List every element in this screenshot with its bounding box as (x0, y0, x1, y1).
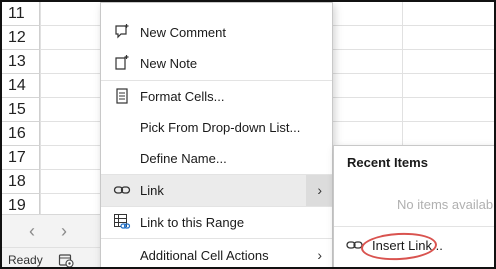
new-note-icon (115, 55, 129, 70)
grid-column-line (40, 2, 41, 214)
menu-separator (101, 238, 332, 239)
new-comment-icon (115, 24, 129, 39)
cell-context-menu: New Comment New Note Format Cells... Pic… (100, 2, 333, 267)
row-header-18[interactable]: 18 (2, 170, 40, 194)
row-header-17[interactable]: 17 (2, 146, 40, 170)
recent-items-heading: Recent Items (347, 155, 428, 170)
menu-item-define-name[interactable]: Define Name... (101, 143, 332, 174)
link-submenu: Recent Items No items available Insert L… (333, 145, 496, 267)
status-text: Ready (8, 253, 43, 267)
no-items-text: No items available (397, 197, 496, 212)
scroll-tabs-right-button[interactable]: › (52, 219, 76, 243)
menu-item-format-cells[interactable]: Format Cells... (101, 81, 332, 112)
chevron-right-icon: › (317, 247, 322, 263)
menu-item-label: Additional Cell Actions (140, 248, 269, 263)
link-icon (113, 186, 131, 194)
format-cells-icon (116, 88, 128, 104)
menu-item-pick-from-list[interactable]: Pick From Drop-down List... (101, 112, 332, 143)
menu-item-additional-actions[interactable]: Additional Cell Actions › (101, 240, 332, 267)
menu-item-label: New Comment (140, 25, 226, 40)
chevron-right-icon: › (317, 182, 322, 198)
row-header-15[interactable]: 15 (2, 98, 40, 122)
menu-item-link[interactable]: Link › (101, 175, 332, 206)
link-range-icon (114, 214, 131, 229)
excel-window: 11 12 13 14 15 16 17 18 19 ‹ › Ready New… (0, 0, 496, 269)
menu-item-new-note[interactable]: New Note (101, 48, 332, 79)
accessibility-icon[interactable] (58, 252, 74, 268)
row-header-16[interactable]: 16 (2, 122, 40, 146)
row-header-12[interactable]: 12 (2, 26, 40, 50)
menu-item-label: Define Name... (140, 151, 227, 166)
scroll-tabs-left-button[interactable]: ‹ (20, 219, 44, 243)
highlight-circle-annotation (360, 231, 438, 262)
submenu-separator (334, 226, 494, 227)
menu-item-label: Link (140, 183, 164, 198)
menu-item-label: New Note (140, 56, 198, 71)
row-header-11[interactable]: 11 (2, 2, 40, 26)
menu-item-new-comment[interactable]: New Comment (101, 17, 332, 48)
menu-item-label: Format Cells... (140, 89, 225, 104)
row-header-13[interactable]: 13 (2, 50, 40, 74)
menu-item-label: Link to this Range (140, 215, 245, 230)
menu-item-link-to-range[interactable]: Link to this Range (101, 207, 332, 238)
insert-link-item[interactable]: Insert Link... (334, 230, 494, 262)
menu-item-label: Pick From Drop-down List... (140, 120, 301, 135)
row-header-14[interactable]: 14 (2, 74, 40, 98)
